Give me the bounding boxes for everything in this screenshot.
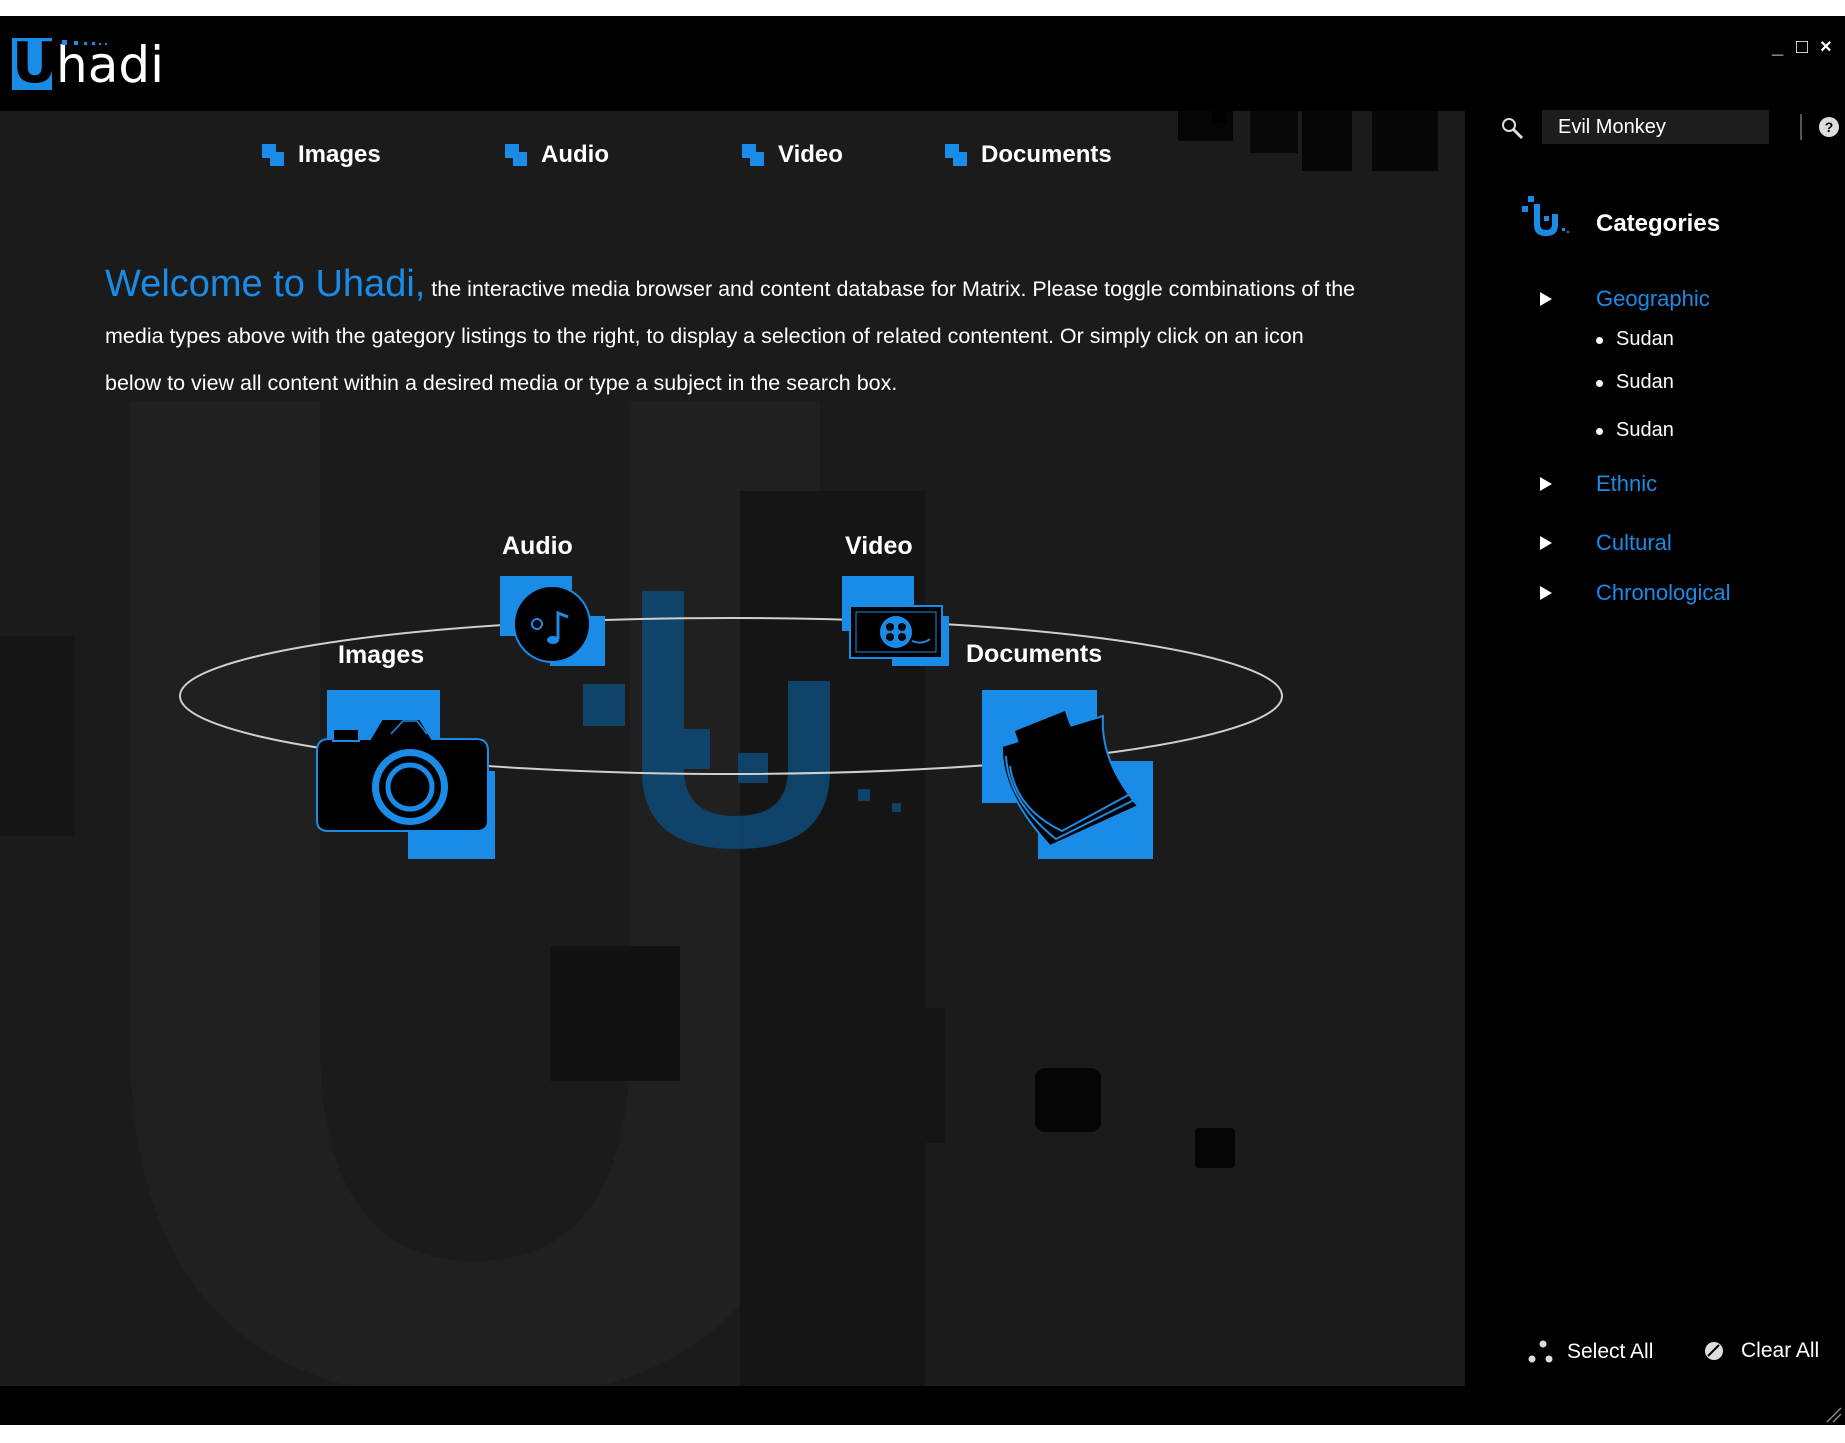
search-icon[interactable]: [1500, 116, 1526, 142]
expand-arrow-icon[interactable]: [1540, 536, 1552, 550]
select-all-icon: [1528, 1340, 1553, 1363]
welcome-heading: Welcome to Uhadi,: [105, 263, 426, 305]
clear-all-icon: [1705, 1342, 1723, 1360]
search-divider: [1800, 114, 1802, 140]
status-bar: [0, 1386, 1845, 1425]
categories-logo-icon: [1522, 196, 1569, 236]
select-all-button[interactable]: Select All: [1527, 1339, 1653, 1365]
help-icon[interactable]: ?: [1818, 116, 1840, 138]
category-ethnic[interactable]: Ethnic: [1596, 471, 1657, 497]
hub-label-documents: Documents: [966, 640, 1103, 668]
tab-images[interactable]: Images: [262, 141, 381, 169]
svg-text:?: ?: [1825, 119, 1834, 135]
tab-audio[interactable]: Audio: [505, 141, 609, 169]
images-hub-icon[interactable]: [316, 690, 495, 859]
clear-all-button[interactable]: Clear All: [1703, 1339, 1819, 1363]
subcategory-item[interactable]: Sudan: [1616, 371, 1674, 394]
main-panel: Images Audio Video Documents Welcome to …: [0, 111, 1465, 1386]
tab-audio-label: Audio: [541, 141, 609, 168]
video-tab-icon: [742, 144, 764, 166]
audio-tab-icon: [505, 144, 527, 166]
bullet-icon: [1596, 380, 1603, 387]
documents-hub-icon[interactable]: [982, 690, 1153, 859]
maximize-button[interactable]: □: [1796, 36, 1808, 59]
category-geographic[interactable]: Geographic: [1596, 286, 1710, 312]
category-chronological[interactable]: Chronological: [1596, 580, 1731, 606]
minimize-button[interactable]: _: [1772, 36, 1783, 59]
expand-arrow-icon[interactable]: [1540, 477, 1552, 491]
category-cultural[interactable]: Cultural: [1596, 530, 1672, 556]
bullet-icon: [1596, 428, 1603, 435]
hub-label-images: Images: [338, 641, 425, 669]
close-button[interactable]: ×: [1820, 36, 1832, 59]
subcategory-item[interactable]: Sudan: [1616, 328, 1674, 351]
images-tab-icon: [262, 144, 284, 166]
media-hub-graphic: [179, 576, 1283, 859]
video-hub-icon[interactable]: [842, 576, 949, 666]
documents-tab-icon: [945, 144, 967, 166]
tab-video[interactable]: Video: [742, 141, 843, 169]
logo-dots-icon: [62, 40, 107, 45]
tab-images-label: Images: [298, 141, 381, 168]
welcome-message: Welcome to Uhadi, the interactive media …: [105, 261, 1365, 407]
clear-all-label: Clear All: [1741, 1339, 1820, 1362]
search-input[interactable]: Evil Monkey: [1542, 110, 1769, 144]
resize-grip-icon[interactable]: [1825, 1406, 1843, 1424]
expand-arrow-icon[interactable]: [1540, 292, 1552, 306]
bullet-icon: [1596, 337, 1603, 344]
hub-label-audio: Audio: [502, 532, 573, 560]
select-all-label: Select All: [1567, 1340, 1654, 1363]
tab-documents[interactable]: Documents: [945, 141, 1112, 169]
hub-label-video: Video: [845, 532, 913, 560]
audio-hub-icon[interactable]: [500, 576, 605, 666]
title-bar: U hadi _ □ ×: [0, 16, 1845, 111]
expand-arrow-icon[interactable]: [1540, 586, 1552, 600]
tab-documents-label: Documents: [981, 141, 1112, 168]
categories-title: Categories: [1596, 210, 1721, 237]
uhadi-logo: U hadi: [12, 31, 164, 96]
tab-video-label: Video: [778, 141, 843, 168]
media-hub: Audio Video Images Documents: [170, 531, 1290, 1091]
logo-letter: U: [12, 31, 58, 96]
app-window: U hadi _ □ × Images Audio Video Document…: [0, 16, 1845, 1425]
subcategory-item[interactable]: Sudan: [1616, 419, 1674, 442]
